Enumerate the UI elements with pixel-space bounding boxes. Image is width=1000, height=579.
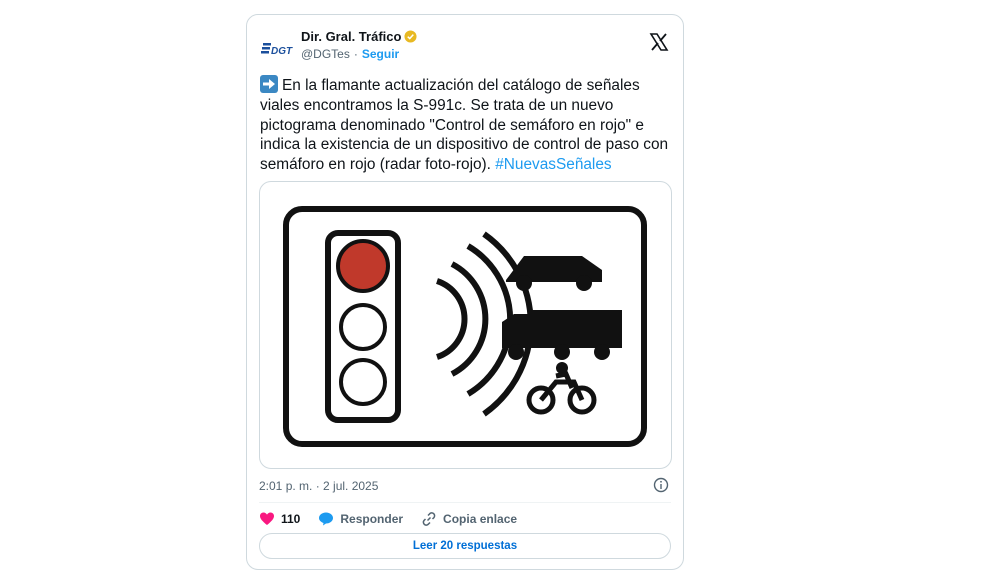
heart-icon [260, 512, 274, 525]
yellow-light-off [339, 303, 387, 351]
tweet-image[interactable] [259, 181, 672, 469]
copy-link-label: Copia enlace [443, 512, 518, 526]
truck-pictogram [532, 310, 622, 348]
handle-separator: · [353, 47, 358, 61]
tweet-timestamp[interactable]: 2:01 p. m. · 2 jul. 2025 [259, 479, 378, 493]
dgt-logo-text: DGT [271, 46, 293, 57]
follow-button[interactable]: Seguir [362, 47, 399, 61]
green-light-off [339, 358, 387, 406]
red-light [336, 239, 390, 293]
tweet-text: En la flamante actualización del catálog… [260, 75, 672, 175]
like-count: 110 [281, 512, 301, 526]
dgt-logo[interactable]: DGT [261, 35, 295, 63]
reply-label: Responder [340, 512, 404, 526]
tweet-actions: 110 Responder Copia enlace [259, 511, 535, 527]
info-icon[interactable] [653, 477, 669, 493]
hashtag-link[interactable]: #NuevasSeñales [495, 156, 611, 173]
tweet-card[interactable]: DGT Dir. Gral. Tráfico @DGTes · Seguir E… [246, 14, 684, 570]
read-replies-button[interactable]: Leer 20 respuestas [259, 533, 671, 559]
reply-bubble-icon [319, 512, 334, 526]
arrow-right-icon [260, 75, 278, 93]
traffic-sign-illustration [283, 206, 647, 447]
divider [259, 502, 671, 503]
author-name[interactable]: Dir. Gral. Tráfico [301, 29, 401, 44]
reply-button[interactable]: Responder [318, 511, 403, 527]
author-name-row: Dir. Gral. Tráfico [301, 29, 417, 44]
link-icon [422, 512, 436, 526]
handle-row: @DGTes · Seguir [301, 47, 399, 61]
verified-badge-icon [404, 30, 417, 43]
tweet-header: DGT Dir. Gral. Tráfico @DGTes · Seguir [261, 29, 669, 69]
x-logo-icon[interactable] [649, 32, 669, 52]
like-button[interactable]: 110 [259, 511, 300, 527]
author-handle[interactable]: @DGTes [301, 47, 350, 61]
copy-link-button[interactable]: Copia enlace [421, 511, 517, 527]
